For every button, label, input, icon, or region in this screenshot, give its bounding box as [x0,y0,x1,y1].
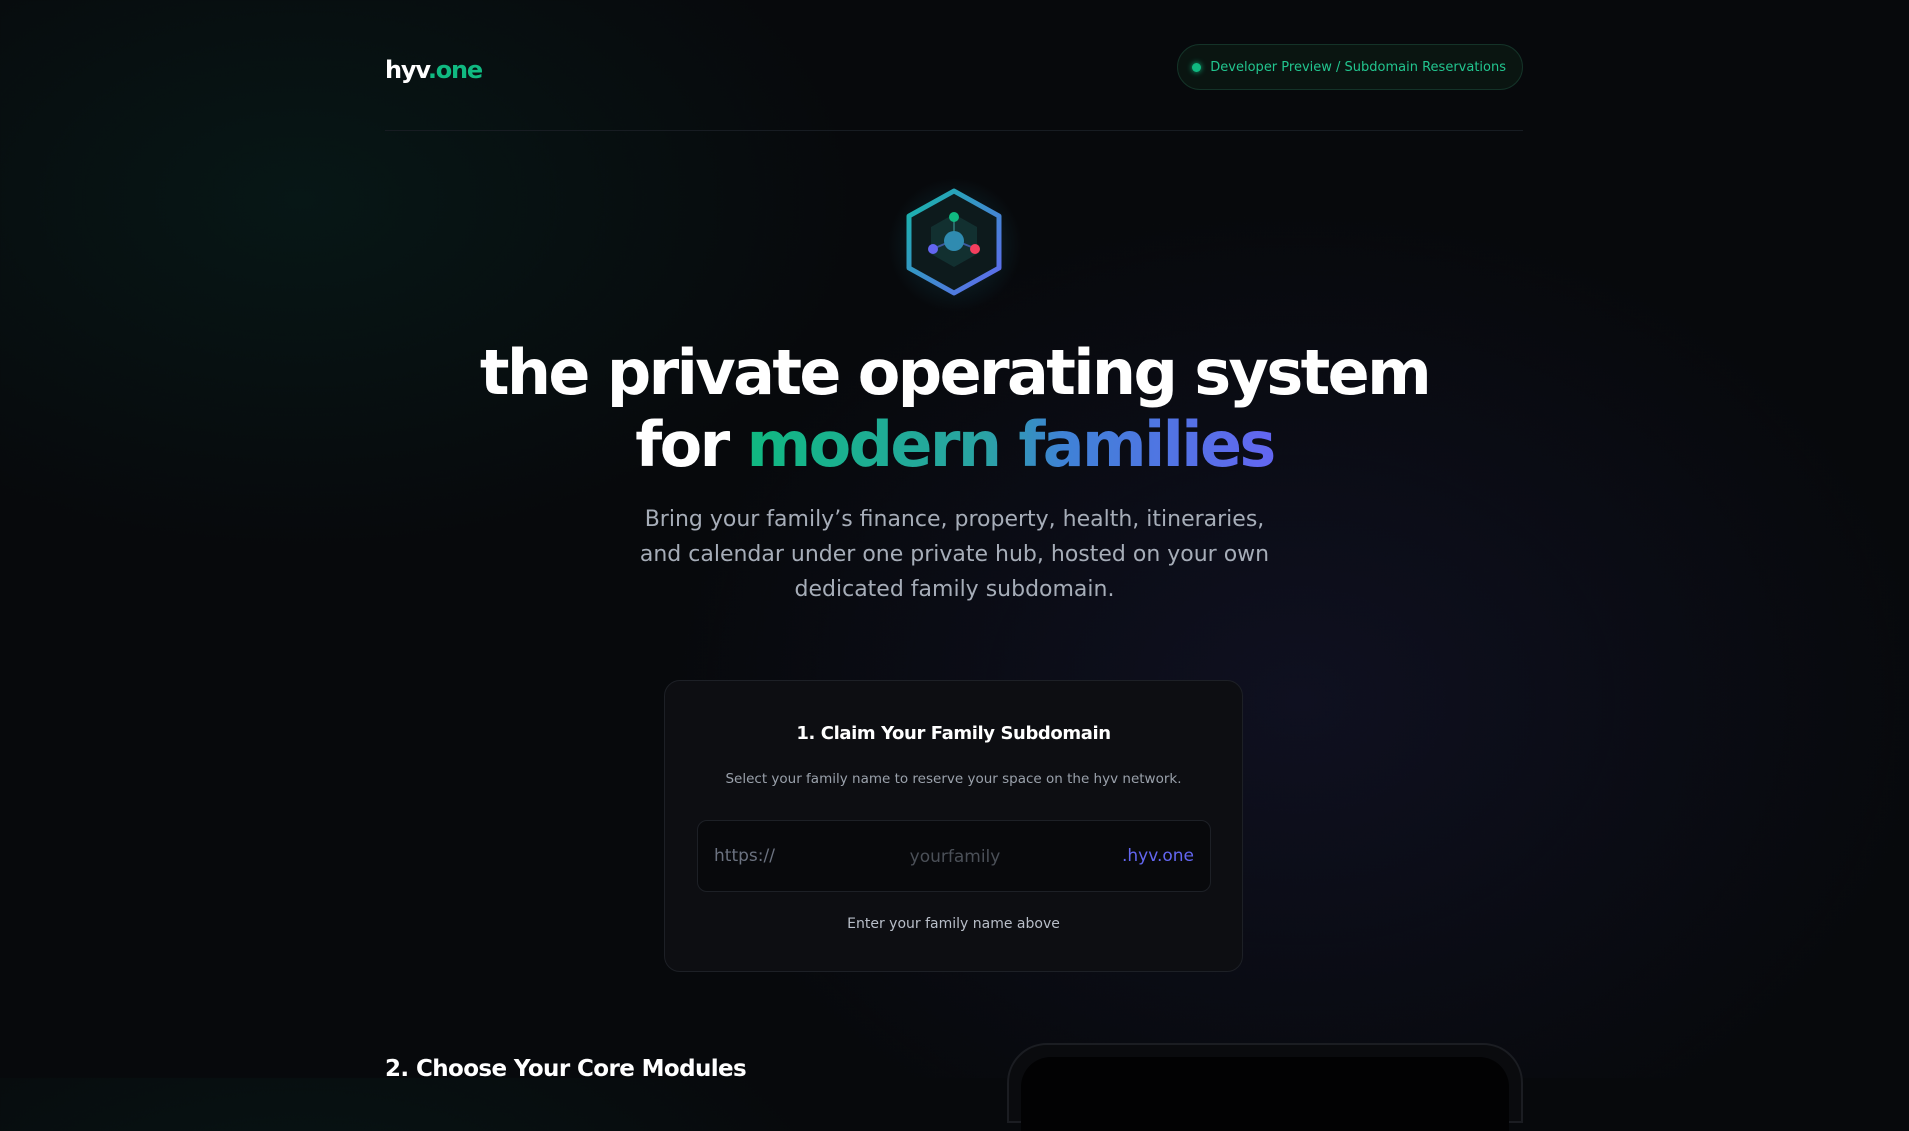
hero-title-line1: the private operating system [479,336,1432,409]
claim-hint: Enter your family name above [847,916,1060,932]
url-prefix: https:// [714,846,775,866]
family-name-input[interactable] [848,836,1062,878]
status-dot-icon [1192,62,1202,72]
brand-tld: .one [427,56,483,84]
device-preview-screen [1021,1057,1509,1131]
hero-title-line2-prefix: for [635,408,747,481]
status-badge-label: Developer Preview / Subdomain Reservatio… [1210,59,1506,75]
brand-name: hyv [385,56,429,84]
claim-card-description: Select your family name to reserve your … [725,771,1182,787]
hero-title: the private operating system for modern … [0,337,1909,481]
brand-logo[interactable]: hyv.one [385,56,483,84]
status-badge: Developer Preview / Subdomain Reservatio… [1177,44,1523,90]
subdomain-field[interactable]: https:// .hyv.one [697,820,1211,892]
claim-subdomain-card: 1. Claim Your Family Subdomain Select yo… [664,680,1243,972]
domain-suffix: .hyv.one [1121,846,1194,866]
hero-subtitle: Bring your family’s finance, property, h… [639,507,1270,602]
claim-card-title: 1. Claim Your Family Subdomain [796,723,1111,744]
device-preview-frame [1007,1043,1523,1131]
hero-title-highlight: modern families [746,408,1277,481]
modules-section-title: 2. Choose Your Core Modules [385,1056,747,1082]
hexagon-network-icon [906,188,1002,296]
site-header: hyv.one Developer Preview / Subdomain Re… [385,44,1523,131]
